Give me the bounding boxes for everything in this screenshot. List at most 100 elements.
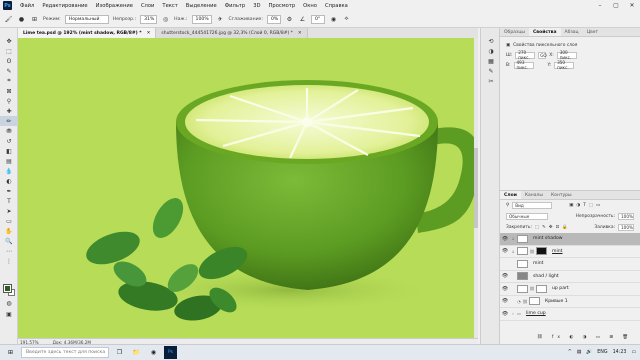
browser-icon[interactable]: ◉ [147,346,160,359]
volume-icon[interactable]: 🔊 [586,350,592,355]
y-field[interactable]: 350 пикс. [554,60,575,70]
filter-type-icons[interactable]: ▣◑T⬚▭ [569,203,603,208]
brush-icon[interactable]: ✏ [0,116,18,126]
hand-icon[interactable]: ✋ [0,226,18,236]
menu-layers[interactable]: Слои [137,3,158,9]
blend-mode-dropdown[interactable]: Обычные [506,213,548,220]
quick-mask-icon[interactable]: ◍ [0,298,18,308]
layer-fill-field[interactable]: 100% [618,224,634,231]
history-icon[interactable]: ⟲ [481,36,501,46]
airbrush-icon[interactable]: ✈ [216,15,225,24]
canvas[interactable] [18,38,478,338]
clock[interactable]: 14:23 [613,350,627,355]
brush-settings-icon[interactable]: ⊞ [30,15,39,24]
tab-layers[interactable]: Слои [500,191,521,199]
network-icon[interactable]: ▤ [577,350,582,355]
layer-opacity-field[interactable]: 100% [618,213,634,220]
marquee-icon[interactable]: ⬚ [0,46,18,56]
pressure-size-icon[interactable]: ◉ [329,15,338,24]
history-brush-icon[interactable]: ↺ [0,136,18,146]
menu-image[interactable]: Изображение [92,3,137,9]
eye-icon[interactable]: 👁 [500,311,510,317]
chevron-up-icon[interactable]: ^ [568,350,572,355]
gradient-icon[interactable]: ▤ [0,156,18,166]
close-icon[interactable]: ✕ [147,31,151,36]
eye-icon[interactable]: 👁 [500,248,510,254]
crop-icon[interactable]: ⌗ [0,76,18,86]
pen-icon[interactable]: ✒ [0,186,18,196]
lock-icons[interactable]: ⬚✎✥⊡🔒 [535,225,571,230]
notification-icon[interactable]: ▭ [631,350,636,355]
tab-swatches[interactable]: Образцы [500,28,529,36]
tab-channels[interactable]: Каналы [521,191,547,199]
explorer-icon[interactable]: 📁 [130,346,143,359]
layer-row[interactable]: 👁 › ▭ lime cup [500,308,640,321]
x-field[interactable]: 300 пикс. [556,50,577,60]
frame-icon[interactable]: ⊠ [0,86,18,96]
language-indicator[interactable]: ENG [597,350,607,355]
eye-icon[interactable]: 👁 [500,298,510,304]
quick-select-icon[interactable]: ✎ [0,66,18,76]
screen-mode-icon[interactable]: ▣ [0,309,18,319]
angle-field[interactable]: 0° [310,14,325,24]
layer-row[interactable]: mint [500,258,640,271]
layer-row[interactable]: 👁 shad / light [500,271,640,283]
tab-lime-tea[interactable]: Lime tea.psd @ 192% (mint shadow, RGB/8#… [18,28,157,38]
close-icon[interactable]: ✕ [624,0,640,11]
close-icon[interactable]: ✕ [298,31,302,36]
symmetry-icon[interactable]: ⟡ [342,15,351,24]
layer-filter-dropdown[interactable]: Вид [512,202,553,209]
task-view-icon[interactable]: ❐ [113,346,126,359]
move-icon[interactable]: ✥ [0,36,18,46]
zoom-icon[interactable]: 🔍 [0,236,18,246]
pressure-field[interactable]: 100% [191,14,212,24]
type-icon[interactable]: T [0,196,18,206]
eraser-icon[interactable]: ◧ [0,146,18,156]
tab-properties[interactable]: Свойства [528,28,561,36]
dodge-icon[interactable]: ◐ [0,176,18,186]
minimize-icon[interactable]: – [592,0,608,11]
scroll-thumb[interactable] [474,148,478,228]
layer-row[interactable]: 👁 ↓ ⛓ mint [500,246,640,258]
lasso-icon[interactable]: ʘ [0,56,18,66]
link-toggle[interactable]: GO [538,51,547,59]
foreground-color-swatch[interactable] [3,284,12,293]
healing-icon[interactable]: ✚ [0,106,18,116]
menu-window[interactable]: Окно [299,3,321,9]
canvas-scrollbar[interactable] [474,38,478,338]
adjustments-icon[interactable]: ◑ [481,46,501,56]
blur-icon[interactable]: 💧 [0,166,18,176]
menu-view[interactable]: Просмотр [265,3,300,9]
maximize-icon[interactable]: ▢ [608,0,624,11]
opacity-field[interactable]: 31% [140,14,158,24]
brushes-icon[interactable]: ✎ [481,66,501,76]
pressure-opacity-icon[interactable]: ◎ [161,15,170,24]
libraries-icon[interactable]: ▦ [481,56,501,66]
eye-icon[interactable]: 👁 [500,286,510,292]
more-tools-icon[interactable]: ⋯ [0,246,18,256]
path-select-icon[interactable]: ➤ [0,206,18,216]
menu-select[interactable]: Выделение [182,3,221,9]
stamp-icon[interactable]: ⛃ [0,126,18,136]
tab-paths[interactable]: Контуры [547,191,576,199]
menu-filter[interactable]: Фильтр [221,3,250,9]
photoshop-taskbar-icon[interactable]: Ps [164,346,177,359]
edit-toolbar-icon[interactable]: ⋮ [0,256,18,266]
mode-dropdown[interactable]: Нормальный [64,14,109,24]
shape-icon[interactable]: ▭ [0,216,18,226]
tools-options-icon[interactable]: ✂ [481,76,501,86]
angle-icon[interactable]: ∠ [298,15,307,24]
gear-icon[interactable]: ⚙ [285,15,294,24]
menu-edit[interactable]: Редактирование [38,3,91,9]
menu-help[interactable]: Справка [321,3,352,9]
menu-type[interactable]: Текст [158,3,181,9]
smoothing-field[interactable]: 0% [266,14,281,24]
eyedropper-icon[interactable]: ⚲ [0,96,18,106]
tab-paragraph[interactable]: Абзац [561,28,583,36]
layer-row[interactable]: 👁 ↓ mint shadow [500,233,640,246]
brush-preset-icon[interactable]: ● [17,15,26,24]
color-swatches[interactable] [3,284,15,296]
brush-tool-icon[interactable]: 🖌 [4,15,13,24]
tab-color[interactable]: Цвет [583,28,603,36]
eye-icon[interactable]: 👁 [500,236,510,242]
